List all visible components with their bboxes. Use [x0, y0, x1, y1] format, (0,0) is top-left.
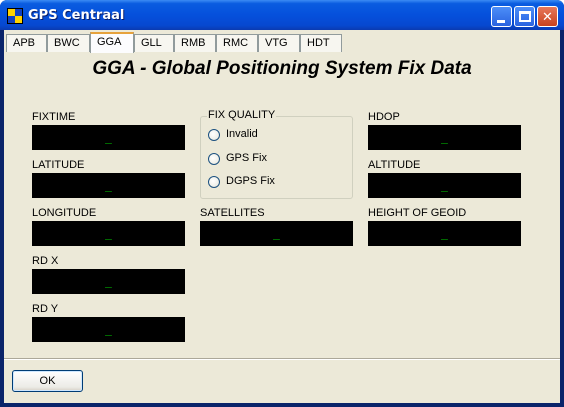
hdop-readout: _ [368, 125, 521, 150]
tab-bwc[interactable]: BWC [47, 34, 90, 52]
tab-panel-gga: GGA - Global Positioning System Fix Data… [4, 52, 560, 358]
longitude-label: LONGITUDE [32, 207, 97, 219]
longitude-value: _ [105, 226, 112, 241]
altitude-label: ALTITUDE [368, 159, 421, 171]
hdop-value: _ [441, 130, 448, 145]
tab-rmc[interactable]: RMC [216, 34, 258, 52]
tab-rmb[interactable]: RMB [174, 34, 216, 52]
geoid-value: _ [441, 226, 448, 241]
hdop-label: HDOP [368, 111, 400, 123]
fixtime-value: _ [105, 130, 112, 145]
tab-hdt[interactable]: HDT [300, 34, 342, 52]
minimize-icon [497, 20, 505, 23]
radio-label: Invalid [226, 128, 258, 140]
radio-circle-icon[interactable] [208, 153, 220, 165]
longitude-readout: _ [32, 221, 185, 246]
window-title: GPS Centraal [28, 8, 125, 23]
geoid-label: HEIGHT OF GEOID [368, 207, 467, 219]
altitude-readout: _ [368, 173, 521, 198]
rdy-label: RD Y [32, 303, 59, 315]
fixtime-label: FIXTIME [32, 111, 76, 123]
client-area: APB BWC GGA GLL RMB RMC VTG HDT GGA - Gl… [4, 30, 560, 403]
radio-label: GPS Fix [226, 152, 267, 164]
title-bar[interactable]: GPS Centraal ✕ [0, 0, 564, 30]
page-title: GGA - Global Positioning System Fix Data [92, 58, 472, 79]
tab-gll[interactable]: GLL [134, 34, 174, 52]
app-icon [7, 8, 23, 24]
fix-quality-group [200, 116, 353, 199]
maximize-button[interactable] [514, 6, 535, 27]
footer-divider [4, 358, 560, 360]
tab-vtg[interactable]: VTG [258, 34, 300, 52]
radio-label: DGPS Fix [226, 175, 275, 187]
satellites-readout: _ [200, 221, 353, 246]
minimize-button[interactable] [491, 6, 512, 27]
altitude-value: _ [441, 178, 448, 193]
rdy-readout: _ [32, 317, 185, 342]
radio-circle-icon[interactable] [208, 176, 220, 188]
close-icon: ✕ [542, 9, 553, 24]
maximize-icon [519, 11, 531, 22]
satellites-value: _ [273, 226, 280, 241]
close-button[interactable]: ✕ [537, 6, 558, 27]
ok-button[interactable]: OK [12, 370, 83, 392]
rdx-readout: _ [32, 269, 185, 294]
rdx-label: RD X [32, 255, 59, 267]
latitude-label: LATITUDE [32, 159, 85, 171]
latitude-readout: _ [32, 173, 185, 198]
rdx-value: _ [105, 274, 112, 289]
satellites-label: SATELLITES [200, 207, 265, 219]
rdy-value: _ [105, 322, 112, 337]
main-window: GPS Centraal ✕ APB BWC GGA GLL RMB RMC V… [0, 0, 564, 407]
latitude-value: _ [105, 178, 112, 193]
fix-quality-title: FIX QUALITY [207, 109, 277, 121]
radio-circle-icon[interactable] [208, 129, 220, 141]
tab-apb[interactable]: APB [6, 34, 47, 52]
tab-strip: APB BWC GGA GLL RMB RMC VTG HDT [4, 32, 560, 54]
tab-gga[interactable]: GGA [90, 32, 134, 53]
fixtime-readout: _ [32, 125, 185, 150]
geoid-readout: _ [368, 221, 521, 246]
